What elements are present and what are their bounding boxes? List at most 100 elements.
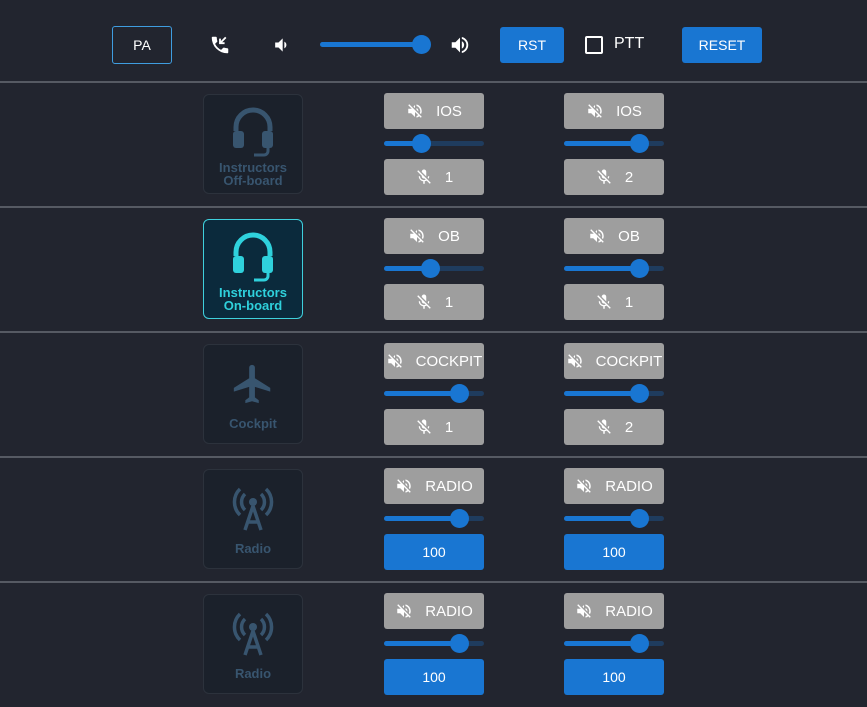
channel-slider-thumb[interactable] xyxy=(450,509,469,528)
channel-slider-fill xyxy=(564,641,639,646)
mute-button-label: RADIO xyxy=(425,477,473,495)
frequency-value-button[interactable]: 100 xyxy=(564,659,664,695)
volume-off-icon xyxy=(395,477,413,495)
volume-off-icon xyxy=(406,102,424,120)
mute-button[interactable]: COCKPIT xyxy=(564,343,664,379)
channel-tile[interactable]: Radio xyxy=(203,594,303,694)
channel-slider[interactable] xyxy=(564,509,664,528)
channel-slider[interactable] xyxy=(564,259,664,278)
divider xyxy=(0,81,867,83)
channel-slider-fill xyxy=(384,391,459,396)
frequency-value-button[interactable]: 100 xyxy=(384,659,484,695)
mute-button[interactable]: OB xyxy=(564,218,664,254)
volume-slider-fill xyxy=(320,42,422,47)
call-received-icon[interactable] xyxy=(208,33,232,57)
mic-channel-label: 1 xyxy=(444,168,454,186)
channel-slider[interactable] xyxy=(564,384,664,403)
channel-slider-fill xyxy=(384,641,459,646)
mic-mute-button[interactable]: 1 xyxy=(384,284,484,320)
ptt-checkbox[interactable] xyxy=(585,36,603,54)
tile-label: Radio xyxy=(234,541,272,556)
mute-button-label: OB xyxy=(438,227,460,245)
channel-slider[interactable] xyxy=(384,259,484,278)
channel-slider-thumb[interactable] xyxy=(630,134,649,153)
mute-button[interactable]: RADIO xyxy=(384,593,484,629)
ptt-label: PTT xyxy=(614,35,645,52)
mute-button[interactable]: RADIO xyxy=(384,468,484,504)
volume-off-icon xyxy=(575,602,593,620)
mute-button-label: COCKPIT xyxy=(595,352,663,370)
channel-slider-thumb[interactable] xyxy=(630,634,649,653)
mic-channel-label: 2 xyxy=(624,168,634,186)
frequency-value-button[interactable]: 100 xyxy=(384,534,484,570)
divider xyxy=(0,456,867,458)
channel-slider[interactable] xyxy=(384,384,484,403)
channel-tile[interactable]: Instructors Off-board xyxy=(203,94,303,194)
mic-off-icon xyxy=(415,293,433,311)
channel-slider-thumb[interactable] xyxy=(630,509,649,528)
tile-sublabel: On-board xyxy=(223,298,283,313)
mute-button-label: COCKPIT xyxy=(415,352,483,370)
mute-button-label: IOS xyxy=(616,102,642,120)
channel-slider[interactable] xyxy=(564,134,664,153)
volume-off-icon xyxy=(395,602,413,620)
channel-slider[interactable] xyxy=(384,134,484,153)
volume-down-icon[interactable] xyxy=(270,34,292,56)
channel-slider-thumb[interactable] xyxy=(412,134,431,153)
mute-button[interactable]: IOS xyxy=(384,93,484,129)
channel-slider-thumb[interactable] xyxy=(630,384,649,403)
radio-tower-icon xyxy=(204,486,302,532)
channel-slider[interactable] xyxy=(384,634,484,653)
rst-button[interactable]: RST xyxy=(500,27,564,63)
mic-off-icon xyxy=(415,418,433,436)
mic-mute-button[interactable]: 1 xyxy=(384,159,484,195)
reset-button[interactable]: RESET xyxy=(682,27,762,63)
channel-slider-thumb[interactable] xyxy=(450,384,469,403)
frequency-value-button[interactable]: 100 xyxy=(564,534,664,570)
mic-mute-button[interactable]: 2 xyxy=(564,409,664,445)
mic-mute-button[interactable]: 2 xyxy=(564,159,664,195)
volume-off-icon xyxy=(575,477,593,495)
mic-mute-button[interactable]: 1 xyxy=(564,284,664,320)
mic-off-icon xyxy=(595,293,613,311)
toolbar: PA RST PTT RESET xyxy=(0,0,867,82)
mic-channel-label: 1 xyxy=(624,293,634,311)
volume-slider[interactable] xyxy=(320,35,432,54)
channel-slider-thumb[interactable] xyxy=(630,259,649,278)
channel-slider-fill xyxy=(564,391,639,396)
channel-tile[interactable]: Instructors On-board xyxy=(203,219,303,319)
divider xyxy=(0,331,867,333)
airplane-icon xyxy=(204,361,302,407)
mic-off-icon xyxy=(595,418,613,436)
volume-up-icon[interactable] xyxy=(448,33,472,57)
mute-button[interactable]: IOS xyxy=(564,93,664,129)
mute-button-label: OB xyxy=(618,227,640,245)
channel-tile[interactable]: Cockpit xyxy=(203,344,303,444)
mute-button-label: RADIO xyxy=(605,602,653,620)
mic-channel-label: 1 xyxy=(444,418,454,436)
tile-sublabel: Off-board xyxy=(223,173,283,188)
channel-slider-fill xyxy=(564,141,639,146)
channel-slider[interactable] xyxy=(564,634,664,653)
mute-button[interactable]: COCKPIT xyxy=(384,343,484,379)
mute-button[interactable]: RADIO xyxy=(564,468,664,504)
mute-button[interactable]: RADIO xyxy=(564,593,664,629)
channel-slider[interactable] xyxy=(384,509,484,528)
volume-off-icon xyxy=(586,102,604,120)
mute-button-label: IOS xyxy=(436,102,462,120)
channel-tile[interactable]: Radio xyxy=(203,469,303,569)
mute-button[interactable]: OB xyxy=(384,218,484,254)
volume-off-icon xyxy=(408,227,426,245)
volume-slider-thumb[interactable] xyxy=(412,35,432,54)
channel-slider-thumb[interactable] xyxy=(421,259,440,278)
mute-button-label: RADIO xyxy=(425,602,473,620)
headset-icon xyxy=(204,230,302,282)
volume-off-icon xyxy=(588,227,606,245)
mic-mute-button[interactable]: 1 xyxy=(384,409,484,445)
channel-slider-fill xyxy=(384,516,459,521)
mic-off-icon xyxy=(595,168,613,186)
mic-channel-label: 2 xyxy=(624,418,634,436)
channel-slider-thumb[interactable] xyxy=(450,634,469,653)
channel-slider-fill xyxy=(564,266,639,271)
pa-button[interactable]: PA xyxy=(112,26,172,64)
